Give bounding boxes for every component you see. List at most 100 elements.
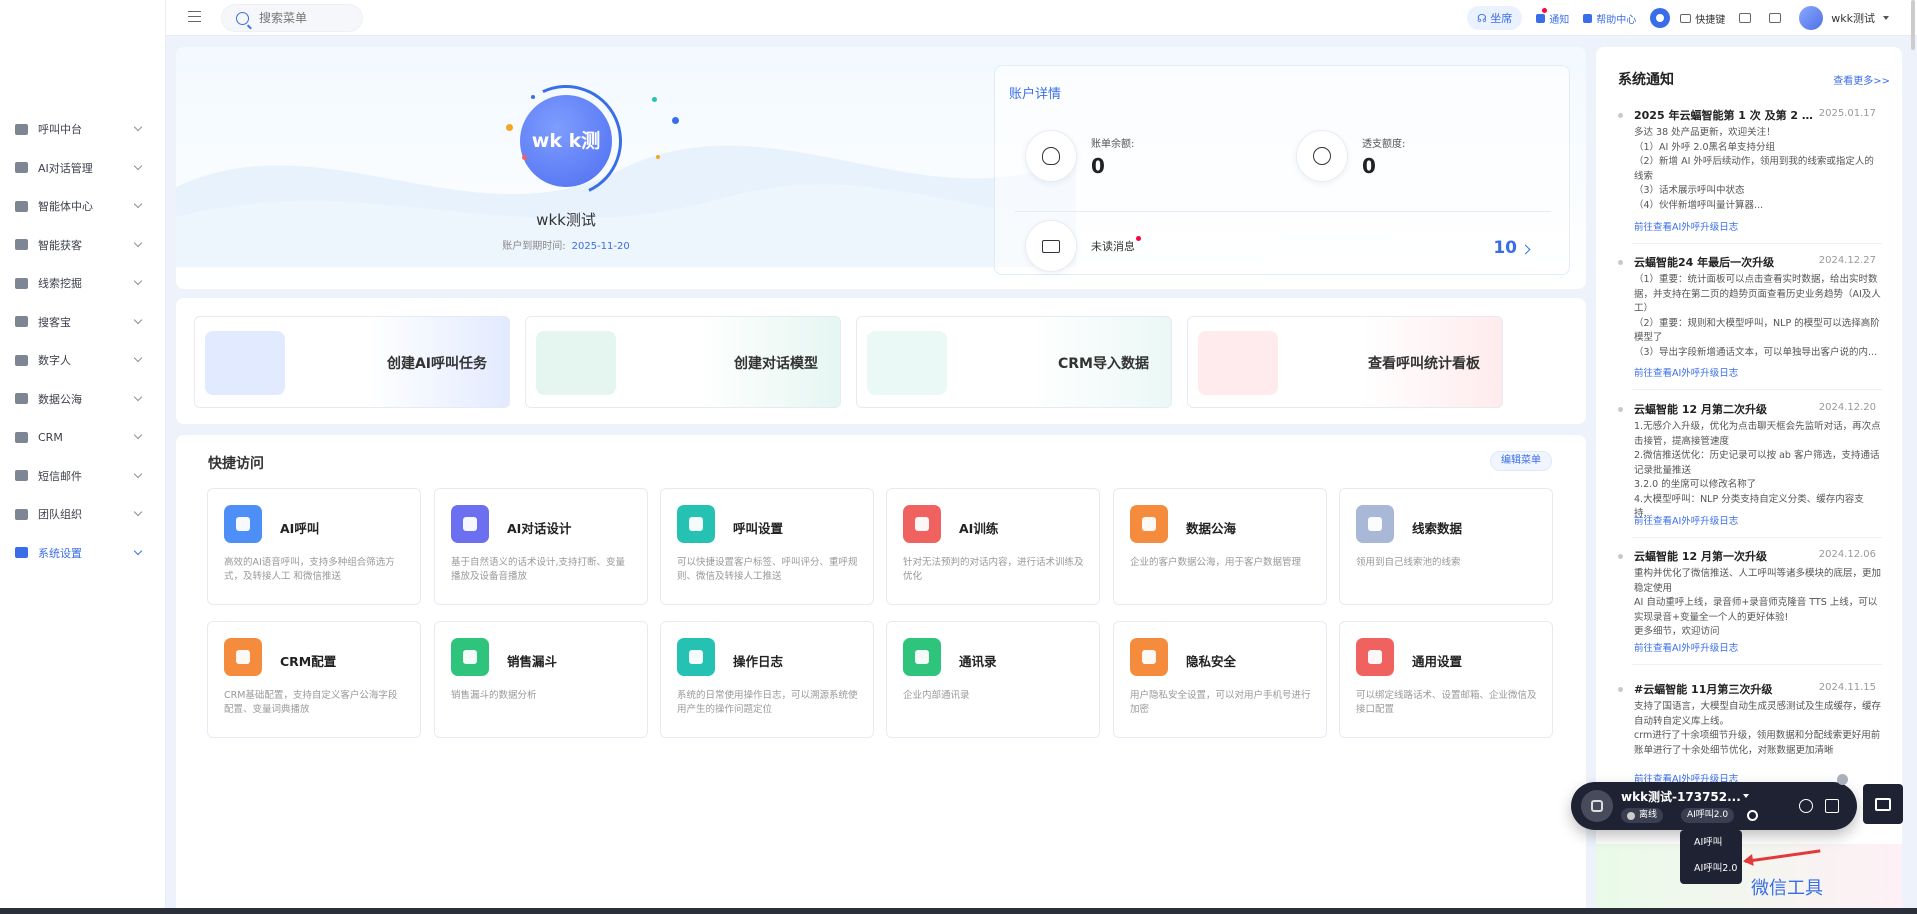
money-bag-icon: [1025, 130, 1077, 182]
dig-icon: [15, 277, 28, 289]
menu-toggle-icon[interactable]: [188, 11, 201, 22]
sidebar-item[interactable]: 数字人: [0, 341, 166, 380]
seat-button[interactable]: ☊ 坐席: [1466, 6, 1523, 30]
quick-access-item[interactable]: AI对话设计 基于自然语义的话术设计,支持打断、变量播放及设备音播放: [434, 488, 648, 605]
shortcut-button[interactable]: 快捷键: [1680, 11, 1725, 26]
view-more-link[interactable]: 查看更多>>: [1833, 72, 1890, 87]
fullscreen-icon[interactable]: [1769, 13, 1782, 23]
sidebar-item[interactable]: 智能体中心: [0, 187, 166, 226]
user-menu[interactable]: wkk测试: [1799, 6, 1889, 30]
quick-access-item[interactable]: 数据公海 企业的客户数据公海，用于客户数据管理: [1113, 488, 1327, 605]
quick-access-item[interactable]: AI训练针对无法预判的对话内容，进行话术训练及优化: [886, 488, 1100, 605]
status-toggle-icon[interactable]: [1650, 8, 1671, 28]
chevron-down-icon: [133, 546, 143, 555]
sidebar-item[interactable]: CRM: [0, 418, 166, 457]
notice-button[interactable]: 通知: [1536, 7, 1569, 26]
balance-value: 0: [1091, 153, 1105, 178]
edit-menu-button[interactable]: 编辑菜单: [1490, 451, 1552, 471]
avatar: [1799, 6, 1824, 30]
mode-pill[interactable]: AI呼叫2.0: [1681, 808, 1735, 823]
notice-title: #云蝠智能 11月第三次升级: [1634, 683, 1773, 696]
scrollbar[interactable]: [1911, 0, 1915, 50]
quick-access-item[interactable]: 呼叫设置 可以快捷设置客户标签、呼叫评分、重呼规则、微信及转接人工推送: [660, 488, 874, 605]
unread-item[interactable]: 未读消息: [1025, 220, 1141, 272]
book-icon: [1583, 13, 1593, 23]
sidebar-item[interactable]: 线索挖掘: [0, 264, 166, 303]
mode-option-ai-call[interactable]: AI呼叫: [1680, 830, 1742, 856]
chevron-down-icon: [133, 430, 143, 440]
quick-item-name: AI训练: [959, 521, 999, 536]
upgrade-log-link[interactable]: 前往查看AI外呼升级日志: [1634, 365, 1738, 379]
quick-item-icon: [1356, 638, 1394, 676]
account-title: 账户详情: [1009, 87, 1062, 102]
notice-title: 云蝠智能 12 月第一次升级: [1634, 550, 1767, 563]
chat-tab[interactable]: [1863, 784, 1903, 824]
quick-access-item[interactable]: AI呼叫 高效的AI语音呼叫，支持多种组合筛选方式，及转接人工 和微信推送: [207, 488, 421, 605]
quick-item-name: 操作日志: [733, 654, 784, 669]
expire-date: 2025-11-20: [571, 241, 630, 252]
quick-item-name: 呼叫设置: [733, 521, 784, 536]
sidebar-item[interactable]: 智能获客: [0, 226, 166, 265]
close-icon[interactable]: [1837, 774, 1848, 785]
upgrade-log-link[interactable]: 前往查看AI外呼升级日志: [1634, 219, 1738, 233]
sidebar-item[interactable]: 团队组织: [0, 495, 166, 534]
layout-icon[interactable]: [1825, 799, 1839, 813]
notice-line: （2）重要：规则和大模型呼叫，NLP 的模型可以选择高阶模型了: [1634, 317, 1880, 344]
window-icon[interactable]: [1739, 13, 1752, 23]
action-card[interactable]: CRM导入数据: [856, 316, 1172, 408]
notice-line: （4）伙伴新增呼叫量计算器...: [1634, 199, 1764, 211]
wechat-tool-label[interactable]: 微信工具: [1751, 874, 1823, 900]
quick-access-item[interactable]: 通用设置 可以绑定线路话术、设置邮箱、企业微信及接口配置: [1339, 621, 1553, 738]
phone-icon[interactable]: [1581, 790, 1613, 822]
notice-body: 支持了国语言，大模型自动生成灵感测试及生成缓存，缓存自动转自定义库上线。 crm进…: [1634, 700, 1882, 758]
phone-account-name[interactable]: wkk测试-173752...: [1621, 788, 1741, 805]
sidebar-item[interactable]: 呼叫中台: [0, 110, 166, 149]
notice-title: 系统通知: [1618, 72, 1674, 88]
mode-option-ai-call-2[interactable]: AI呼叫2.0: [1680, 856, 1742, 882]
action-illustration-icon: [205, 331, 285, 395]
action-title: CRM导入数据: [1058, 356, 1149, 372]
action-card[interactable]: 查看呼叫统计看板: [1187, 316, 1503, 408]
caret-down-icon[interactable]: [1743, 794, 1749, 798]
quick-item-desc: 销售漏斗的数据分析: [451, 690, 537, 701]
sidebar-item[interactable]: 短信邮件: [0, 457, 166, 496]
expire-info: 账户到期时间: 2025-11-20: [466, 237, 666, 252]
sidebar-item-label: 系统设置: [38, 546, 82, 560]
divider: [1632, 389, 1882, 390]
quick-item-desc: 针对无法预判的对话内容，进行话术训练及优化: [903, 557, 1084, 582]
notice-body: 多达 38 处产品更新，欢迎关注！ （1）AI 外呼 2.0黑名单支持分组 （2）新…: [1634, 126, 1882, 213]
help-button[interactable]: 帮助中心: [1583, 11, 1636, 26]
quick-access-item[interactable]: 隐私安全 用户隐私安全设置，可以对用户手机号进行加密: [1113, 621, 1327, 738]
quick-item-name: AI对话设计: [507, 521, 572, 536]
status-pill[interactable]: 离线: [1621, 808, 1664, 823]
unread-count[interactable]: 10: [1493, 238, 1517, 258]
upgrade-log-link[interactable]: 前往查看AI外呼升级日志: [1634, 513, 1738, 527]
sidebar-item[interactable]: 搜客宝: [0, 303, 166, 342]
search-input[interactable]: [259, 11, 349, 25]
chat-icon: [1875, 797, 1891, 811]
balance-label: 账单余额:: [1091, 138, 1135, 150]
search-box[interactable]: [221, 4, 363, 32]
quick-access-item[interactable]: 通讯录 企业内部通讯录: [886, 621, 1100, 738]
sidebar-item[interactable]: AI对话管理: [0, 149, 166, 188]
chevron-down-icon: [133, 507, 143, 517]
quick-access-item[interactable]: 操作日志 系统的日常使用操作日志，可以溯源系统使用产生的操作问题定位: [660, 621, 874, 738]
sidebar-item[interactable]: 数据公海: [0, 380, 166, 419]
quick-access-item[interactable]: 销售漏斗销售漏斗的数据分析: [434, 621, 648, 738]
notice-dot: [1542, 7, 1548, 13]
notice-date: 2025.01.17: [1818, 108, 1876, 119]
quick-item-name: 销售漏斗: [507, 654, 558, 669]
quick-access-item[interactable]: 线索数据 领用到自己线索池的线索: [1339, 488, 1553, 605]
overdraft-value: 0: [1362, 153, 1376, 178]
quick-access-item[interactable]: CRM配置 CRM基础配置，支持自定义客户公海字段配置、变量词典播放: [207, 621, 421, 738]
chevron-right-icon[interactable]: [1520, 244, 1531, 255]
action-card[interactable]: 创建AI呼叫任务: [194, 316, 510, 408]
action-card[interactable]: 创建对话模型: [525, 316, 841, 408]
bullet-icon: [1618, 687, 1623, 692]
alert-icon[interactable]: [1799, 799, 1813, 813]
upgrade-log-link[interactable]: 前往查看AI外呼升级日志: [1634, 640, 1738, 654]
chevron-down-icon: [133, 199, 143, 209]
sidebar-item[interactable]: 系统设置: [0, 534, 166, 573]
gear-icon[interactable]: [1747, 810, 1758, 821]
mode-dropdown: AI呼叫 AI呼叫2.0: [1680, 830, 1742, 884]
